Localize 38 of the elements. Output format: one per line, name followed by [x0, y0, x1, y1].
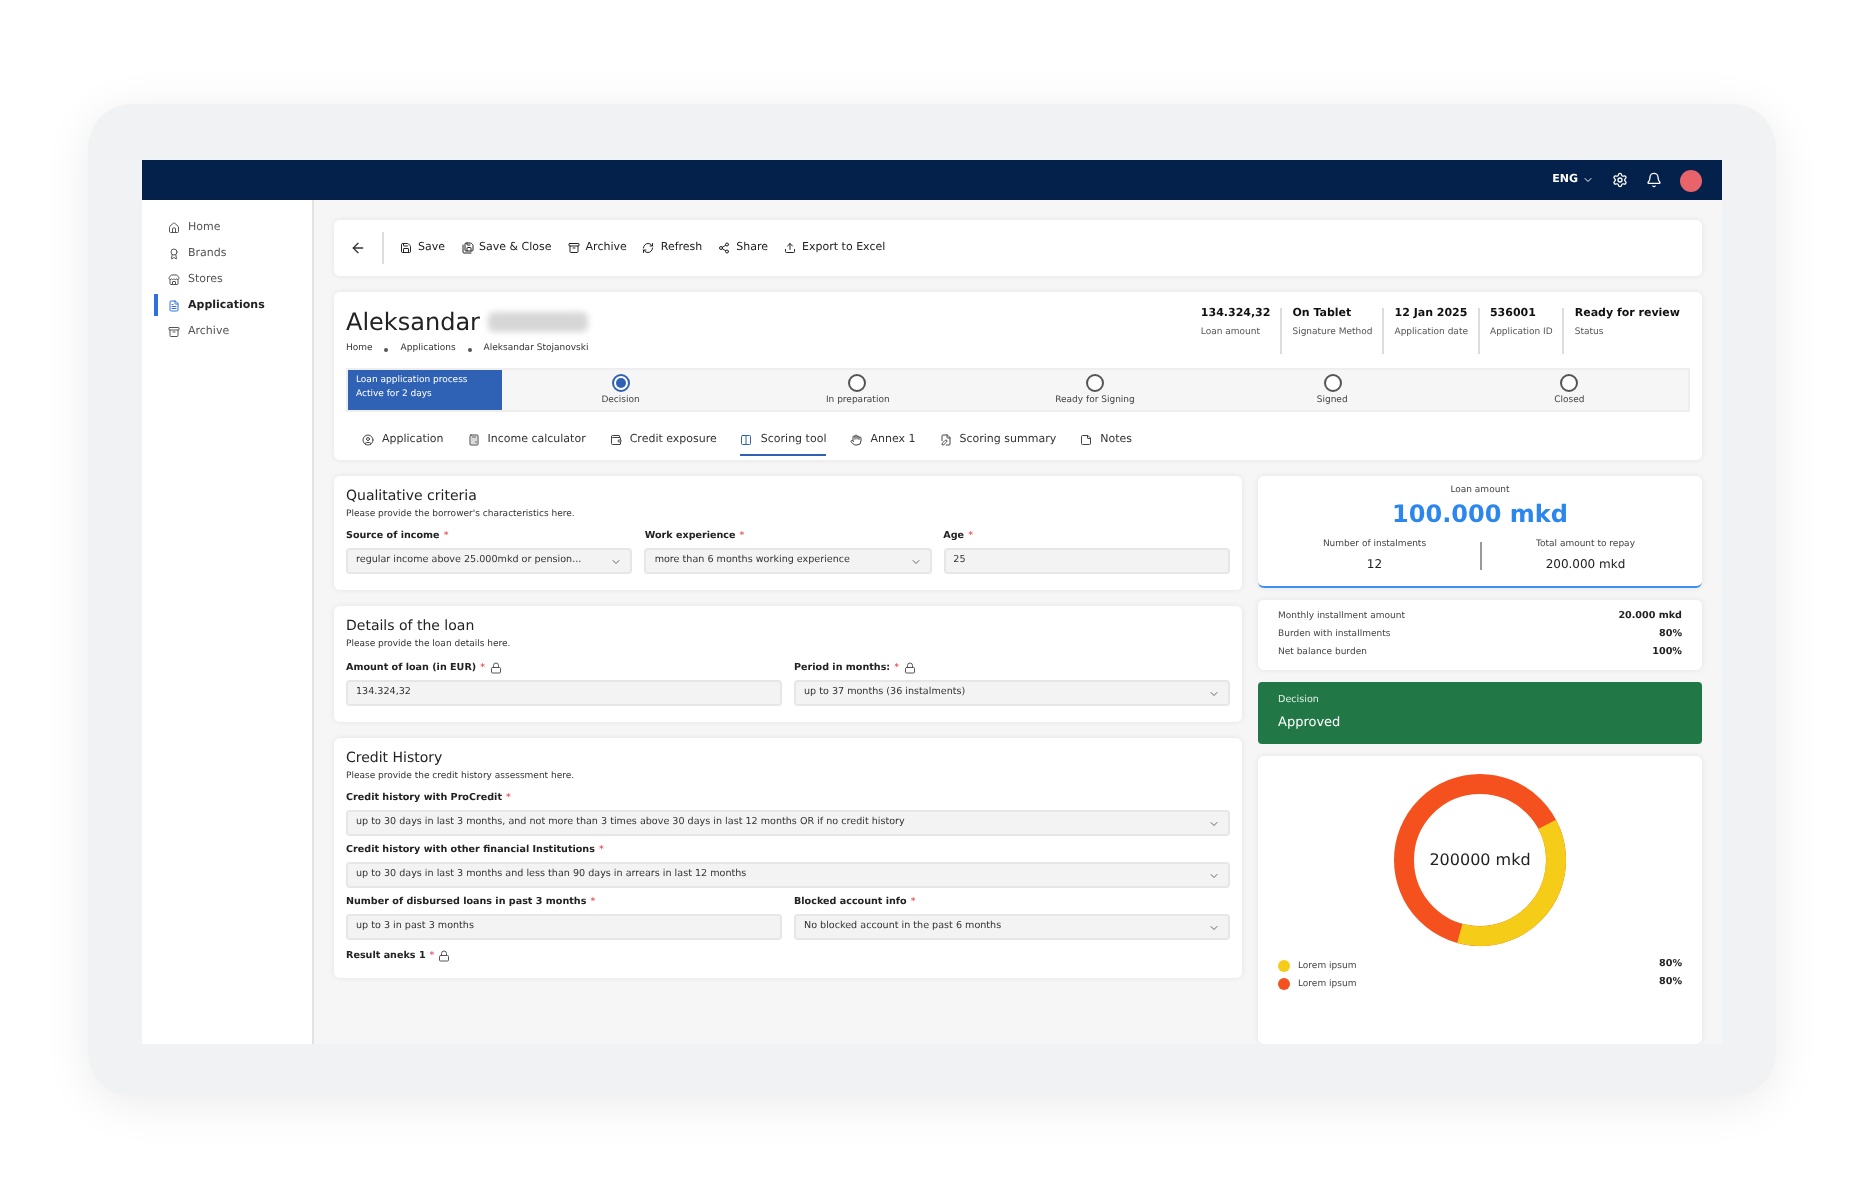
chevron-down-icon: [1208, 921, 1220, 933]
bell-icon[interactable]: [1646, 172, 1662, 188]
chevron-down-icon: [610, 555, 623, 567]
store-icon: [168, 273, 180, 285]
calculator-icon: [467, 433, 480, 445]
loan-amount-value: 100.000 mkd: [1392, 500, 1568, 528]
chevron-down-icon: [1208, 817, 1220, 829]
save-icon: [400, 242, 412, 254]
hand-icon: [850, 433, 863, 445]
separator-dot-icon: [467, 347, 472, 351]
note-icon: [1080, 433, 1093, 445]
separator-dot-icon: [384, 347, 389, 351]
archive-icon: [168, 325, 180, 337]
chevron-down-icon: [1208, 687, 1220, 699]
document-icon: [168, 299, 180, 311]
columns-icon: [740, 433, 753, 445]
applicant-name: Aleksandar: [346, 308, 480, 336]
chevron-down-icon: [1582, 174, 1594, 186]
back-arrow-icon[interactable]: [350, 240, 366, 256]
donut-center-value: 200000 mkd: [1429, 851, 1531, 869]
lock-icon: [489, 662, 501, 674]
share-icon: [718, 242, 731, 254]
save-all-icon: [461, 242, 474, 254]
award-icon: [168, 247, 180, 259]
upload-icon: [784, 242, 797, 254]
document-edit-icon: [939, 433, 952, 445]
chevron-down-icon: [1208, 869, 1220, 881]
user-icon: [362, 433, 374, 445]
blurred-text: [488, 312, 588, 332]
refresh-icon: [642, 242, 655, 254]
wallet-icon: [609, 433, 622, 445]
settings-icon[interactable]: [1612, 172, 1628, 188]
lock-icon: [438, 950, 451, 962]
chevron-down-icon: [909, 555, 922, 567]
archive-icon: [567, 242, 580, 254]
home-icon: [168, 221, 180, 233]
avatar[interactable]: [1680, 169, 1702, 191]
lock-icon: [903, 662, 916, 674]
